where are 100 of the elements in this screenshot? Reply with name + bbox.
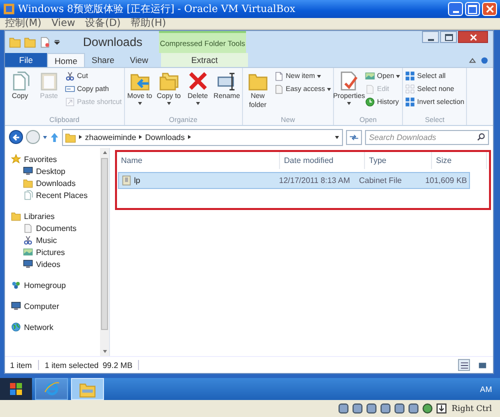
caret-icon [138,102,142,105]
minimize-button[interactable] [422,31,439,43]
table-cell-text: Cabinet File [359,176,403,185]
image-icon [365,71,376,81]
scissors-icon [65,71,75,81]
ribbon-tab[interactable]: Home [47,53,85,67]
device-icon[interactable] [394,403,405,414]
scrollbar[interactable] [100,148,109,356]
refresh-button[interactable] [346,130,362,144]
restore-button[interactable] [440,31,457,43]
nav-item[interactable]: Desktop [5,165,100,177]
ribbon-tab[interactable]: Share [85,53,121,67]
device-icon[interactable] [380,403,391,414]
collapse-icon[interactable] [469,56,476,64]
nav-item[interactable]: Libraries [5,210,100,222]
nav-item[interactable]: Network [5,321,100,333]
column-header[interactable]: Size [432,152,487,169]
device-icon[interactable] [408,403,419,414]
caret-icon[interactable] [335,136,339,139]
thumbnail-icon [478,360,486,370]
nav-item[interactable]: Music [5,234,100,246]
host-key-label: Right Ctrl [452,404,492,413]
image-icon [23,247,33,257]
monitor-icon [23,259,33,269]
address-bar[interactable]: zhaoweiminde Downloads [62,128,343,146]
dotted-grid-icon [405,84,416,94]
shortcut-icon [65,97,75,107]
table-cell-text: 101,609 KB [424,176,467,185]
nav-item[interactable]: Homegroup [5,279,100,291]
pages-icon [23,190,33,200]
checked-page-icon [339,71,360,91]
cross-icon [188,71,208,91]
folder-icon [248,71,268,91]
window-title: Downloads [83,35,144,49]
close-icon [470,34,476,40]
device-icon[interactable] [352,403,363,414]
menu-item[interactable]: 帮助(H) [130,18,166,28]
chevron-icon[interactable] [188,135,191,139]
up-arrow-icon[interactable] [50,132,59,142]
column-header[interactable]: Name [117,152,280,169]
back-button[interactable] [9,130,23,144]
maximize-button[interactable] [465,2,480,16]
caret-icon [316,75,321,78]
device-icon[interactable] [366,403,377,414]
folder-icon [65,132,76,142]
text-cursor-icon [216,71,237,91]
breadcrumb[interactable]: Downloads [145,132,185,142]
close-button[interactable] [458,31,488,43]
device-icon[interactable] [338,403,349,414]
caret-icon [196,102,200,105]
column-header[interactable]: Type [365,152,432,169]
browser-icon [44,381,60,397]
file-row[interactable]: lp 12/17/2011 8:13 AM Cabinet File 101,609 KB [118,172,470,189]
archive-icon [122,175,131,186]
clipboard-icon [39,71,59,91]
folder-icon [11,211,21,221]
chevron-icon[interactable] [139,135,142,139]
details-view-button[interactable] [458,359,470,371]
windows-logo-icon [8,381,24,397]
caret-icon [327,88,332,91]
start-button[interactable] [0,378,32,400]
ribbon-tab[interactable]: Extract [161,53,248,67]
clock: AM [480,384,493,394]
star-icon [11,154,21,164]
nav-item[interactable]: Computer [5,300,100,312]
nav-item[interactable]: Downloads [5,177,100,189]
nav-item[interactable]: Pictures [5,246,100,258]
status-text: 1 item [10,360,32,370]
clock-icon [365,97,376,107]
page-icon [274,84,284,94]
dropdown-icon[interactable] [54,39,60,45]
caret-icon [396,75,400,78]
chevron-icon [79,135,82,139]
people-icon [11,280,21,290]
nav-item[interactable]: Favorites [5,153,100,165]
page-icon [365,84,376,94]
table-cell-text: 12/17/2011 8:13 AM [279,176,352,185]
status-text: 99.2 MB [102,360,132,370]
folder-icon [79,380,96,398]
nav-item[interactable]: Recent Places [5,189,100,201]
monitor-icon [11,301,21,311]
menu-item[interactable]: 设备(D) [85,18,121,28]
nav-item[interactable]: Videos [5,258,100,270]
ribbon-tab[interactable]: View [121,53,157,67]
menu-item[interactable]: 控制(M) [5,18,42,28]
menu-item[interactable]: View [51,18,76,28]
column-header[interactable]: Date modified [280,152,365,169]
nav-item[interactable]: Documents [5,222,100,234]
folder-arrow-icon [130,71,150,91]
field-icon [65,84,75,94]
search-icon [477,133,485,141]
monitor-icon [23,166,33,176]
breadcrumb[interactable]: zhaoweiminde [85,132,136,142]
folder-icon [23,178,33,188]
search-field[interactable]: Search Downloads [365,130,489,144]
grid-icon [405,71,416,81]
caret-icon [166,102,171,105]
grid-icon [405,97,416,107]
status-text: 1 item selected [44,360,99,370]
ribbon-tab[interactable]: File [5,53,47,67]
